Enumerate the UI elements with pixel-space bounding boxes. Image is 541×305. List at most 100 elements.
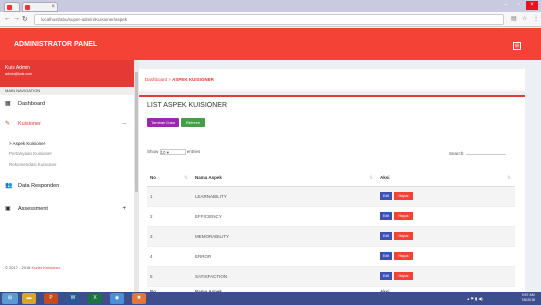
cell-aksi: Edit Hapus	[377, 186, 515, 207]
close-tab-icon[interactable]: ×	[51, 4, 55, 10]
sidebar-subitem-pertanyaan[interactable]: Pertanyaan Kuisioner	[0, 149, 134, 159]
expand-icon[interactable]: ⊞	[513, 42, 521, 50]
main-content: Dashboard > ASPEK KUISIONER LIST ASPEK K…	[139, 60, 541, 297]
edit-button[interactable]: Edit	[380, 232, 392, 240]
system-tray-icons[interactable]: ▴ ⚑ ▮ ◀)	[455, 293, 495, 304]
copyright-link[interactable]: Kuder Kuisioner.	[32, 265, 61, 270]
delete-button[interactable]: Hapus	[394, 232, 413, 240]
start-button[interactable]: ⊞	[2, 293, 18, 304]
favicon-icon	[7, 5, 12, 10]
cell-no: 2	[147, 206, 192, 227]
dashboard-icon: ▦	[5, 101, 11, 107]
bookmark-star-icon[interactable]: ☆	[522, 15, 527, 22]
brand-title: ADMINISTRATOR PANEL	[14, 41, 98, 48]
close-window-icon[interactable]: ×	[526, 1, 538, 10]
browser-tab[interactable]	[4, 2, 20, 12]
sidebar-item-dashboard[interactable]: ▦ Dashboard	[0, 96, 134, 112]
pencil-icon: ✎	[5, 121, 11, 127]
column-header-aksi[interactable]: Aksi ⇅	[377, 171, 515, 187]
collapse-icon: –	[122, 121, 126, 127]
cell-no: 3	[147, 226, 192, 247]
copyright: © 2017 - 2018 Kuder Kuisioner.	[5, 265, 61, 270]
table-header-row: No ⇅ Nama Aspek ⇅ Aksi ⇅	[147, 171, 515, 187]
page-title: LIST ASPEK KUISIONER	[147, 102, 228, 109]
file-explorer-icon[interactable]: ▬	[22, 293, 36, 304]
entries-label: entries	[186, 149, 201, 155]
xampp-icon[interactable]: ✖	[132, 293, 146, 304]
cell-nama-aspek: LEARNABILITY	[192, 186, 377, 207]
browser-tab-active[interactable]: ×	[22, 2, 58, 12]
column-header-nama-aspek[interactable]: Nama Aspek ⇅	[192, 171, 377, 187]
copyright-text: © 2017 - 2018	[5, 265, 32, 270]
add-data-button[interactable]: Tambah Data	[147, 118, 179, 127]
show-label: Show	[147, 149, 159, 155]
excel-icon[interactable]: X	[88, 293, 102, 304]
breadcrumb: Dashboard > ASPEK KUISIONER	[139, 69, 525, 91]
maximize-icon[interactable]: ▫	[513, 1, 525, 10]
cell-nama-aspek: SATISFACTION	[192, 266, 377, 287]
sidebar-item-assessment[interactable]: ▣ Assessment +	[0, 201, 134, 217]
users-icon: 👥	[5, 183, 13, 189]
page-length-value: 10	[160, 150, 166, 155]
powerpoint-icon[interactable]: P	[44, 293, 58, 304]
refresh-button[interactable]: Refresh	[181, 118, 205, 127]
reload-icon[interactable]: ↻	[22, 15, 28, 23]
edit-button[interactable]: Edit	[380, 272, 392, 280]
delete-button[interactable]: Hapus	[394, 212, 413, 220]
forward-icon[interactable]: →	[13, 15, 20, 22]
table-row: 3 MEMORABILITY Edit Hapus	[147, 226, 515, 247]
search-label: Search:	[449, 151, 465, 156]
cell-no: 4	[147, 246, 192, 267]
sidebar-item-label: Kuisioner	[18, 121, 41, 127]
sidebar-subitem-aspek[interactable]: > Aspek Kuisioner	[0, 139, 134, 149]
back-icon[interactable]: ←	[4, 15, 11, 22]
clock[interactable]: 9:57 AM 7/6/2018	[521, 293, 535, 303]
delete-button[interactable]: Hapus	[394, 272, 413, 280]
browser-tab-strip: × – ▫ ×	[0, 0, 541, 12]
main-navigation-header: MAIN NAVIGATION	[0, 87, 134, 95]
menu-dots-icon[interactable]: ⋮	[533, 15, 539, 22]
url-field[interactable]: localhost/abu/super-admin/Kuisioner/aspe…	[34, 14, 504, 25]
sidebar-item-label: Data Responden	[18, 183, 60, 189]
breadcrumb-current: ASPEK KUISIONER	[172, 77, 214, 82]
favicon-icon	[25, 5, 30, 10]
edit-button[interactable]: Edit	[380, 252, 392, 260]
table-row: 5 SATISFACTION Edit Hapus	[147, 266, 515, 287]
cell-nama-aspek: MEMORABILITY	[192, 226, 377, 247]
sidebar-subitem-rekomendasi[interactable]: Rekomendasi Kuisioner	[0, 160, 134, 170]
delete-button[interactable]: Hapus	[394, 192, 413, 200]
cell-no: 1	[147, 186, 192, 207]
cell-nama-aspek: EFFICIENCY	[192, 206, 377, 227]
sidebar-item-label: Assessment	[18, 206, 48, 212]
search-input[interactable]	[465, 149, 506, 155]
cell-nama-aspek: ERROR	[192, 246, 377, 267]
table-row: 4 ERROR Edit Hapus	[147, 246, 515, 267]
word-icon[interactable]: W	[66, 293, 80, 304]
assessment-icon: ▣	[5, 206, 11, 212]
scrollbar-thumb[interactable]	[135, 72, 138, 192]
user-name: Kuis Admin	[5, 65, 31, 71]
sidebar-item-kuisioner[interactable]: ✎ Kuisioner –	[0, 116, 134, 132]
chrome-icon[interactable]: ◉	[110, 293, 124, 304]
page-length: Show 10 ▾ entries	[147, 149, 200, 155]
app-header: ADMINISTRATOR PANEL ⊞	[0, 28, 541, 60]
delete-button[interactable]: Hapus	[394, 252, 413, 260]
search-area: Search:	[449, 149, 506, 157]
cell-aksi: Edit Hapus	[377, 206, 515, 227]
expand-plus-icon: +	[122, 206, 126, 212]
edit-button[interactable]: Edit	[380, 212, 392, 220]
edit-button[interactable]: Edit	[380, 192, 392, 200]
list-box: LIST ASPEK KUISIONER Tambah Data Refresh…	[139, 95, 525, 297]
column-header-no[interactable]: No ⇅	[147, 171, 192, 187]
breadcrumb-home[interactable]: Dashboard	[145, 77, 167, 82]
page-length-select[interactable]: 10 ▾	[159, 149, 186, 155]
sidebar: Kuis Admin admin@kuis.com MAIN NAVIGATIO…	[0, 60, 134, 292]
translate-icon[interactable]: ▤	[511, 15, 517, 22]
aspek-table: No ⇅ Nama Aspek ⇅ Aksi ⇅ 1 LEARNABILITY Edit H…	[147, 171, 515, 297]
clock-date: 7/6/2018	[521, 298, 535, 302]
table-row: 1 LEARNABILITY Edit Hapus	[147, 186, 515, 207]
user-email: admin@kuis.com	[5, 72, 32, 76]
minimize-icon[interactable]: –	[500, 1, 512, 10]
sidebar-item-data-responden[interactable]: 👥 Data Responden	[0, 178, 134, 194]
cell-aksi: Edit Hapus	[377, 246, 515, 267]
